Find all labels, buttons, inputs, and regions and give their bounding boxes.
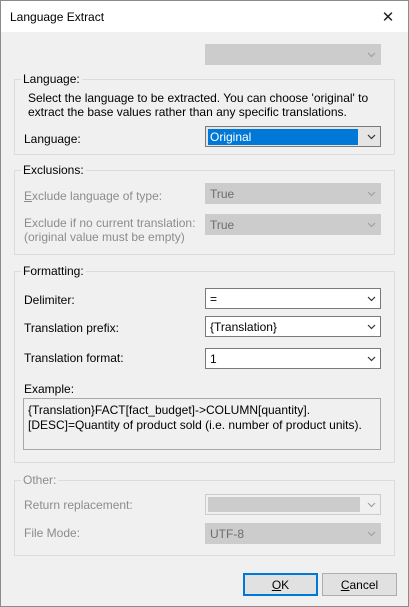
exclude-no-translation-label: Exclude if no current translation: (24, 216, 196, 230)
delimiter-select[interactable]: = (205, 288, 381, 309)
chevron-down-icon (367, 222, 376, 228)
chevron-down-icon (367, 296, 376, 302)
translation-prefix-select[interactable]: {Translation} (205, 316, 381, 337)
language-select[interactable]: Original (205, 126, 381, 147)
chevron-down-icon (367, 324, 376, 330)
file-mode-label: File Mode: (24, 526, 81, 540)
return-replacement-select (205, 494, 381, 515)
close-icon: ✕ (381, 8, 395, 26)
return-replacement-label: Return replacement: (24, 498, 133, 512)
exclude-no-translation-note: (original value must be empty) (24, 230, 185, 244)
exclusions-group-label: Exclusions: (21, 163, 86, 177)
language-extract-dialog: Language Extract ✕ Language: Select the … (0, 0, 409, 607)
file-mode-select: UTF-8 (205, 523, 381, 544)
chevron-down-icon (367, 356, 376, 362)
delimiter-label: Delimiter: (24, 293, 75, 307)
example-label: Example: (24, 382, 75, 396)
exclude-no-translation-select: True (205, 214, 381, 235)
top-combo (205, 44, 381, 65)
title-bar: Language Extract ✕ (1, 1, 408, 32)
translation-format-label: Translation format: (24, 351, 124, 365)
exclude-type-select: True (205, 183, 381, 204)
translation-prefix-label: Translation prefix: (24, 321, 119, 335)
other-group: Other: (14, 473, 395, 556)
chevron-down-icon (367, 502, 376, 508)
language-description: Select the language to be extracted. You… (28, 91, 369, 119)
language-group-label: Language: (21, 72, 82, 86)
example-text: {Translation}FACT[fact_budget]->COLUMN[q… (23, 398, 381, 450)
chevron-down-icon (367, 531, 376, 537)
formatting-group-label: Formatting: (21, 264, 86, 278)
other-group-label: Other: (21, 473, 59, 487)
ok-button[interactable]: OK (243, 573, 318, 596)
language-label: Language: (24, 132, 81, 146)
translation-format-select[interactable]: 1 (205, 348, 381, 369)
dialog-title: Language Extract (10, 10, 105, 24)
chevron-down-icon (367, 134, 376, 140)
cancel-button[interactable]: Cancel (322, 573, 397, 596)
chevron-down-icon (367, 191, 376, 197)
exclude-type-label: Exclude language of type: (24, 189, 163, 203)
chevron-down-icon (367, 52, 376, 58)
close-button[interactable]: ✕ (368, 1, 408, 32)
